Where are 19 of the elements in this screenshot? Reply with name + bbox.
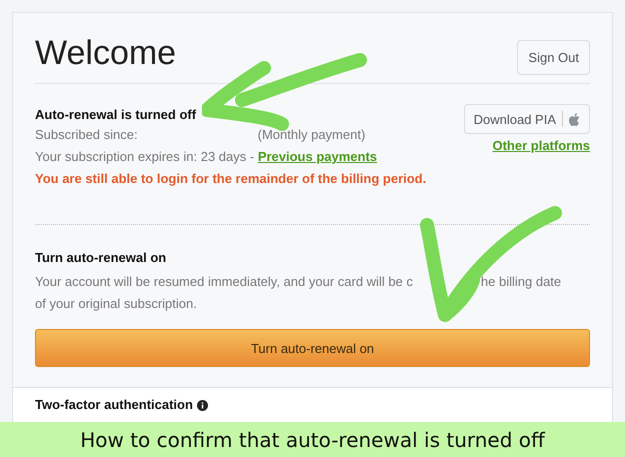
renewal-description: of your original subscription. xyxy=(35,295,197,313)
billing-notice: You are still able to login for the remainder of the billing period. xyxy=(35,170,426,188)
page-title: Welcome xyxy=(35,33,176,73)
renewal-description: Your account will be resumed immediately, and your card will be c xyxy=(35,273,413,291)
turn-renewal-on-button[interactable]: Turn auto-renewal on xyxy=(35,329,590,367)
apple-icon xyxy=(569,112,580,126)
download-button[interactable]: Download PIA xyxy=(464,104,590,134)
two-factor-heading: Two-factor authentication xyxy=(35,396,193,414)
other-platforms-link[interactable]: Other platforms xyxy=(492,138,590,153)
expiry-text: Your subscription expires in: 23 days - xyxy=(35,149,256,164)
subscribed-label: Subscribed since: xyxy=(35,127,138,142)
info-icon xyxy=(196,400,208,410)
renewal-description: he billing date xyxy=(480,273,562,291)
caption: How to confirm that auto-renewal is turned off xyxy=(80,428,545,452)
section-heading: Turn auto-renewal on xyxy=(35,249,168,267)
previous-payments-link[interactable]: Previous payments xyxy=(258,149,378,164)
payment-type: (Monthly payment) xyxy=(258,127,366,142)
sign-out-button[interactable]: Sign Out xyxy=(517,40,590,75)
renewal-status: Auto-renewal is turned off xyxy=(35,106,198,124)
